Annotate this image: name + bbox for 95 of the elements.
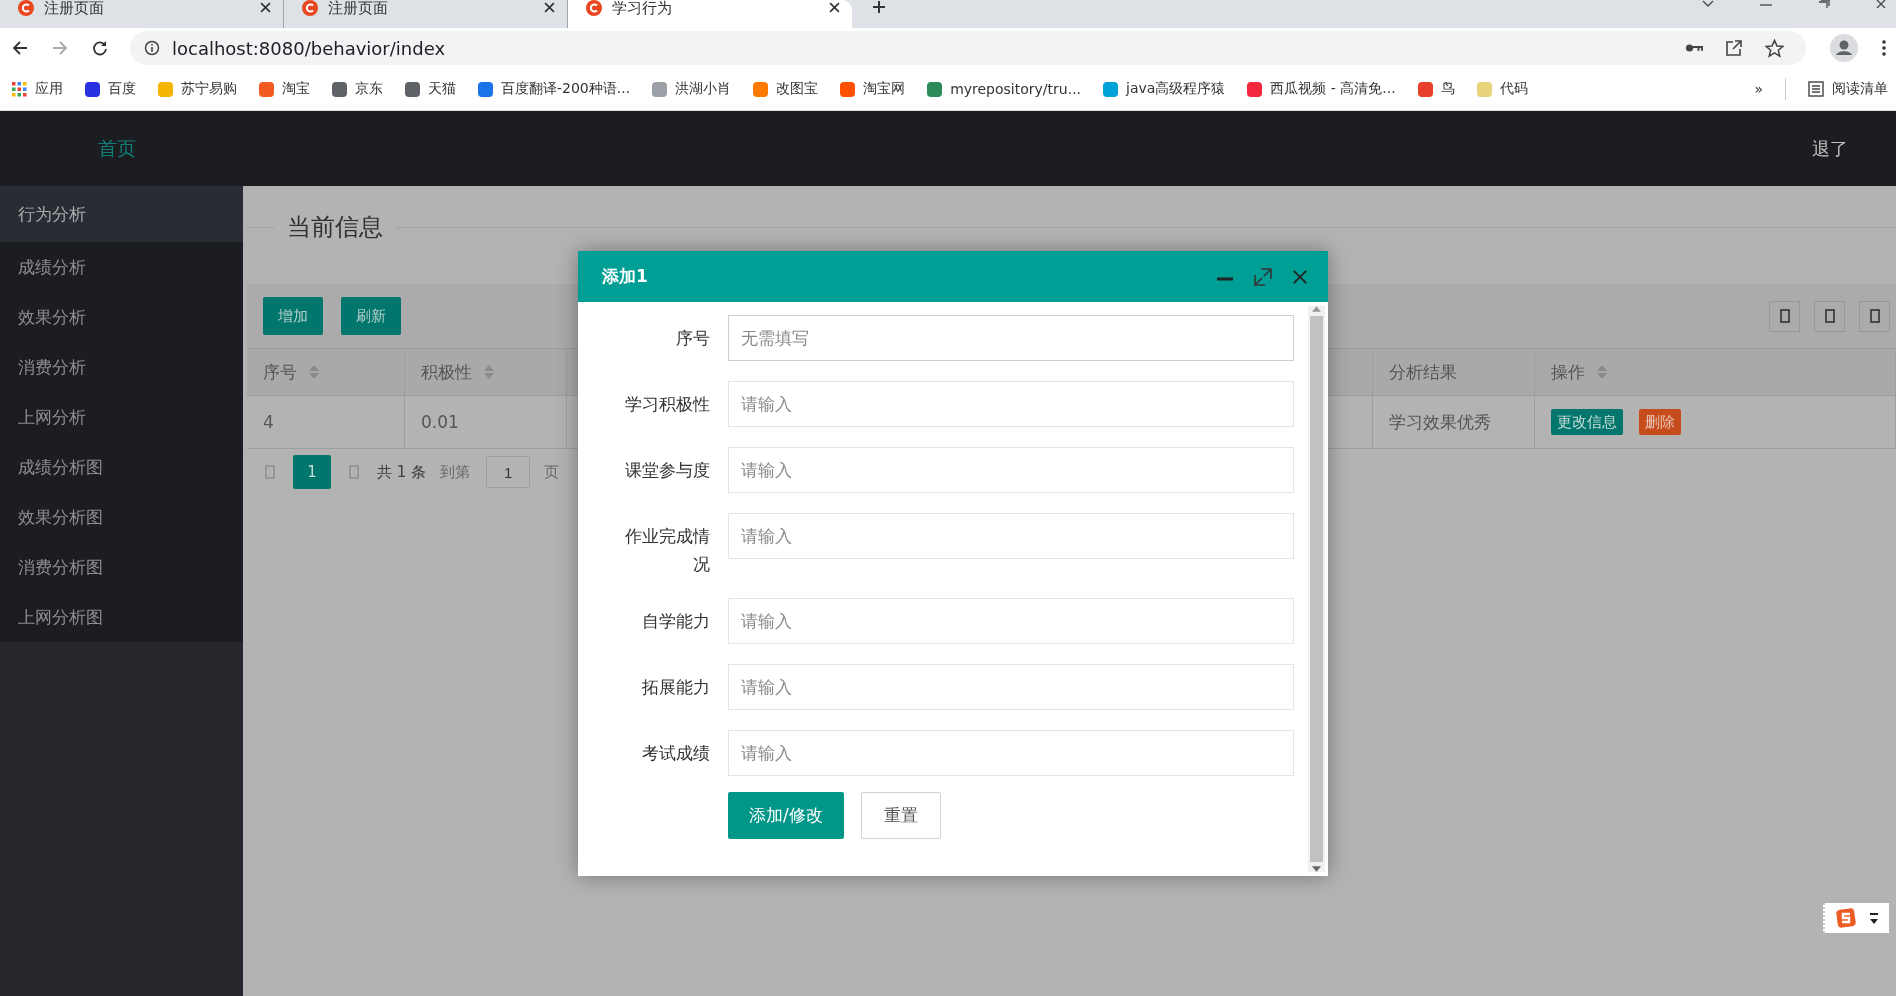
toolbar-button[interactable] bbox=[1814, 300, 1845, 332]
edit-button[interactable]: 更改信息 bbox=[1551, 409, 1623, 435]
page-button[interactable]: 1 bbox=[293, 455, 331, 489]
table-cell: 4 bbox=[247, 396, 405, 449]
more-bookmarks-button[interactable]: » bbox=[1754, 81, 1763, 97]
bookmark[interactable]: 西瓜视频 - 高清免... bbox=[1247, 80, 1396, 98]
info-icon bbox=[144, 40, 160, 56]
close-icon[interactable] bbox=[829, 2, 840, 13]
sidebar-item[interactable]: 上网分析 bbox=[0, 392, 243, 442]
table-cell: 学习效果优秀 bbox=[1373, 396, 1535, 449]
tab-title: 注册页面 bbox=[44, 0, 105, 16]
glyph-box-icon bbox=[349, 465, 359, 479]
sidebar-item[interactable]: 成绩分析图 bbox=[0, 442, 243, 492]
bookmark[interactable]: 京东 bbox=[332, 80, 383, 98]
field-label: 课堂参与度 bbox=[624, 459, 711, 482]
ime-logo-icon bbox=[1836, 908, 1856, 928]
field-label: 作业完成情况 bbox=[624, 525, 711, 576]
menu-icon[interactable] bbox=[1882, 40, 1886, 56]
dropdown-icon[interactable] bbox=[1870, 911, 1878, 925]
submit-button[interactable]: 添加/修改 bbox=[728, 792, 844, 839]
reload-icon[interactable] bbox=[92, 40, 108, 56]
bookmark[interactable]: 淘宝 bbox=[259, 80, 310, 98]
close-icon[interactable] bbox=[260, 2, 271, 13]
sidebar-item[interactable]: 消费分析图 bbox=[0, 542, 243, 592]
scrollbar[interactable] bbox=[1308, 306, 1325, 872]
bookmark[interactable]: 苏宁易购 bbox=[158, 80, 237, 98]
sidebar-item[interactable]: 消费分析 bbox=[0, 342, 243, 392]
bookmark[interactable]: myrepository/tru... bbox=[927, 81, 1082, 97]
close-icon[interactable] bbox=[1876, 0, 1888, 8]
sidebar-item[interactable]: 效果分析图 bbox=[0, 492, 243, 542]
toolbar-button[interactable]: 刷新 bbox=[341, 297, 401, 335]
tab-title: 注册页面 bbox=[328, 0, 389, 16]
page-input[interactable]: 1 bbox=[486, 456, 531, 488]
input-field[interactable]: 无需填写 bbox=[728, 315, 1294, 361]
sidebar-item[interactable]: 成绩分析 bbox=[0, 242, 243, 292]
total-count: 共 1 条 bbox=[377, 462, 427, 482]
key-icon[interactable] bbox=[1685, 42, 1703, 54]
share-icon[interactable] bbox=[1725, 39, 1743, 57]
bookmark[interactable]: 应用 bbox=[12, 80, 63, 98]
bookmark[interactable]: 改图宝 bbox=[753, 80, 819, 98]
scroll-down-icon[interactable] bbox=[1312, 866, 1321, 872]
tab-title: 学习行为 bbox=[612, 0, 673, 16]
bookmark[interactable]: 鸟 bbox=[1417, 80, 1455, 98]
glyph-box-icon bbox=[1869, 309, 1880, 323]
input-field[interactable]: 请输入 bbox=[728, 730, 1294, 776]
bookmark[interactable]: 淘宝网 bbox=[840, 80, 906, 98]
input-field[interactable]: 请输入 bbox=[728, 513, 1294, 559]
close-icon[interactable] bbox=[544, 2, 555, 13]
bookmark[interactable]: 天猫 bbox=[405, 80, 456, 98]
bookmark[interactable]: 百度翻译-200种语... bbox=[478, 80, 631, 98]
reset-button[interactable]: 重置 bbox=[860, 792, 941, 839]
bookmark[interactable]: 洪湖小肖 bbox=[652, 80, 732, 98]
star-icon[interactable] bbox=[1765, 38, 1784, 58]
reading-list-button[interactable]: 阅读清单 bbox=[1808, 80, 1888, 98]
browser-tab[interactable]: 学习行为 bbox=[568, 0, 852, 28]
chevron-down-icon[interactable] bbox=[1702, 0, 1714, 8]
bookmark[interactable]: java高级程序猿 bbox=[1103, 80, 1226, 98]
glyph-box-icon bbox=[1824, 309, 1835, 323]
page-unit-label: 页 bbox=[544, 462, 560, 482]
favicon-icon bbox=[18, 0, 34, 16]
sidebar-item[interactable]: 行为分析 bbox=[0, 186, 243, 242]
input-field[interactable]: 请输入 bbox=[728, 447, 1294, 493]
section-title: 当前信息 bbox=[286, 212, 384, 243]
glyph-box-icon bbox=[265, 465, 275, 479]
field-label: 序号 bbox=[675, 327, 711, 350]
field-label: 学习积极性 bbox=[624, 393, 711, 416]
toolbar-button[interactable] bbox=[1859, 300, 1890, 332]
new-tab-icon[interactable] bbox=[872, 0, 886, 14]
glyph-box-icon bbox=[1779, 309, 1790, 323]
apps-grid-icon bbox=[12, 81, 27, 97]
maximize-icon[interactable] bbox=[1254, 267, 1272, 286]
input-field[interactable]: 请输入 bbox=[728, 598, 1294, 644]
bookmark[interactable]: 代码 bbox=[1476, 80, 1528, 98]
toolbar-button[interactable] bbox=[1769, 300, 1800, 332]
back-arrow-icon[interactable] bbox=[12, 40, 28, 56]
list-icon bbox=[1808, 81, 1824, 97]
goto-label: 到第 bbox=[440, 462, 471, 482]
url-text: localhost:8080/behavior/index bbox=[172, 37, 446, 59]
field-label: 考试成绩 bbox=[641, 742, 711, 765]
restore-icon[interactable] bbox=[1818, 0, 1830, 8]
table-cell: 0.01 bbox=[405, 396, 567, 449]
logout-link[interactable]: 退了 bbox=[1812, 136, 1848, 161]
field-label: 拓展能力 bbox=[641, 676, 711, 699]
favicon-icon bbox=[586, 0, 602, 16]
sidebar-item[interactable]: 效果分析 bbox=[0, 292, 243, 342]
dialog-title: 添加1 bbox=[602, 265, 648, 288]
bookmark[interactable]: 百度 bbox=[85, 80, 136, 98]
input-field[interactable]: 请输入 bbox=[728, 381, 1294, 427]
sidebar-item[interactable]: 上网分析图 bbox=[0, 592, 243, 642]
toolbar-button[interactable]: 增加 bbox=[263, 297, 323, 335]
avatar-icon[interactable] bbox=[1830, 34, 1858, 62]
favicon-icon bbox=[302, 0, 318, 16]
input-field[interactable]: 请输入 bbox=[728, 664, 1294, 710]
address-bar[interactable]: localhost:8080/behavior/index bbox=[130, 31, 1806, 65]
field-label: 自学能力 bbox=[641, 610, 711, 633]
